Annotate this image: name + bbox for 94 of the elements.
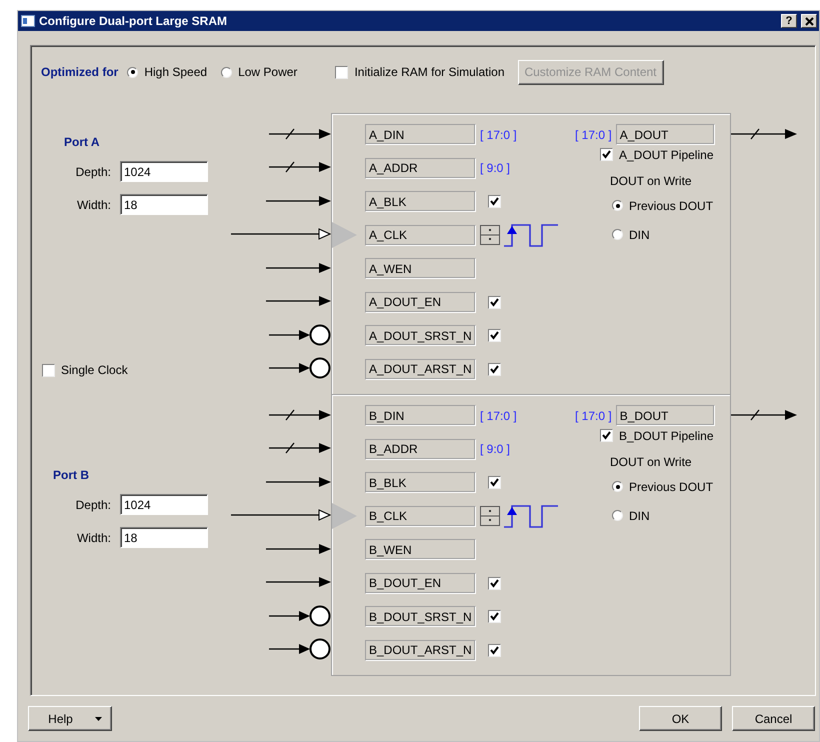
signal-name-field: B_ADDR: [365, 438, 476, 460]
bit-range: [ 17:0 ]: [575, 408, 612, 423]
bit-range: [ 17:0 ]: [480, 128, 517, 142]
bus-arrow: [269, 128, 331, 140]
inverted-input-drawing: [269, 358, 330, 379]
checkbox[interactable]: [488, 610, 501, 624]
radio-button[interactable]: [612, 200, 623, 211]
optimized-for-label: Optimized for: [41, 65, 118, 79]
radio-button[interactable]: [612, 510, 623, 521]
signal-name-field: A_DOUT: [616, 124, 715, 146]
dout-on-write-label: DOUT on Write: [610, 174, 693, 188]
radio-label[interactable]: Previous DOUT: [629, 198, 714, 212]
help-button[interactable]: ?: [781, 14, 797, 28]
checkbox[interactable]: [488, 296, 501, 309]
input-arrow: [266, 262, 331, 273]
width-label: Width:: [76, 530, 111, 544]
dout-on-write-label: DOUT on Write: [610, 454, 693, 468]
clock-waveform-icon: [504, 223, 558, 248]
signal-name-field: A_WEN: [365, 258, 476, 280]
width-field[interactable]: 18: [120, 194, 208, 215]
close-button[interactable]: [801, 14, 817, 28]
signal-name-field: A_CLK: [365, 224, 476, 246]
signal-name-field: B_CLK: [365, 506, 476, 527]
signal-name-field: B_DIN: [365, 405, 476, 426]
inverted-input-drawing: [269, 605, 330, 626]
port-title: Port B: [53, 468, 90, 482]
checkbox[interactable]: [488, 329, 501, 342]
bit-range: [ 17:0 ]: [480, 408, 517, 423]
spinner-icon[interactable]: [480, 506, 500, 526]
input-arrow: [266, 196, 331, 206]
bit-range: [ 9:0 ]: [480, 442, 510, 456]
radio-button[interactable]: [612, 481, 623, 492]
inverted-input-drawing: [269, 638, 330, 660]
bit-range: [ 17:0 ]: [575, 128, 612, 142]
depth-field[interactable]: 1024: [120, 161, 208, 182]
bus-arrow: [269, 409, 331, 420]
check-icon: [602, 431, 611, 440]
input-arrow: [266, 476, 331, 487]
radio-label[interactable]: Low Power: [238, 65, 298, 79]
signal-name-field: B_DOUT_ARST_N: [365, 640, 476, 661]
spinner-icon[interactable]: [480, 225, 500, 246]
single-clock-checkbox[interactable]: Single Clock: [42, 363, 231, 377]
pipeline-checkbox[interactable]: B_DOUT Pipeline: [600, 428, 730, 442]
signal-name-field: B_DOUT_EN: [365, 572, 476, 594]
signal-name-field: A_BLK: [365, 191, 476, 212]
depth-field[interactable]: 1024: [120, 494, 208, 515]
clock-triangle-icon: [332, 503, 357, 530]
signal-name-field: B_DOUT: [616, 405, 715, 426]
radio-label[interactable]: High Speed: [144, 65, 208, 79]
bit-range: [ 9:0 ]: [480, 161, 510, 176]
input-arrow: [266, 577, 331, 588]
input-arrow: [266, 296, 331, 306]
clock-triangle-icon: [332, 222, 357, 248]
radio-label[interactable]: DIN: [629, 508, 650, 522]
checkbox[interactable]: [488, 644, 501, 657]
close-icon: [804, 16, 814, 26]
ok-button[interactable]: OK: [639, 706, 722, 731]
help-dropdown-button[interactable]: Help: [28, 706, 112, 731]
check-icon: [602, 150, 611, 159]
signal-name-field: A_DOUT_SRST_N: [365, 325, 476, 346]
pipeline-checkbox[interactable]: A_DOUT Pipeline: [600, 148, 730, 162]
bus-arrow: [731, 410, 797, 420]
signal-name-field: A_DOUT_ARST_N: [365, 358, 476, 380]
depth-label: Depth:: [74, 498, 111, 512]
radio-label[interactable]: DIN: [629, 228, 650, 242]
radio-label[interactable]: Previous DOUT: [629, 480, 714, 494]
port-title: Port A: [64, 135, 101, 149]
bus-arrow: [731, 128, 797, 140]
caret-icon: [94, 716, 102, 720]
clock-waveform-icon: [504, 504, 558, 528]
signal-name-field: A_DOUT_EN: [365, 292, 476, 313]
depth-label: Depth:: [74, 164, 111, 178]
cancel-button[interactable]: Cancel: [732, 706, 815, 731]
radio-button[interactable]: [127, 66, 138, 78]
width-field[interactable]: 18: [120, 527, 208, 548]
signal-name-field: A_ADDR: [365, 158, 476, 179]
window-title: Configure Dual-port Large SRAM: [39, 14, 228, 28]
signal-name-field: B_DOUT_SRST_N: [365, 606, 476, 628]
signal-name-field: B_WEN: [365, 539, 476, 560]
initialize-ram-checkbox[interactable]: Initialize RAM for Simulation: [335, 65, 504, 79]
bus-arrow: [269, 442, 331, 454]
window-icon: [21, 15, 35, 27]
signal-name-field: B_BLK: [365, 472, 476, 494]
bus-arrow: [269, 162, 331, 173]
width-label: Width:: [76, 198, 111, 212]
checkbox[interactable]: [488, 476, 501, 490]
inverted-input-drawing: [269, 324, 330, 346]
checkbox[interactable]: [488, 576, 501, 590]
input-arrow: [266, 544, 331, 554]
checkbox[interactable]: [488, 195, 501, 208]
radio-button[interactable]: [221, 66, 232, 78]
checkbox[interactable]: [488, 362, 501, 376]
radio-button[interactable]: [612, 229, 623, 240]
signal-name-field: A_DIN: [365, 124, 476, 146]
